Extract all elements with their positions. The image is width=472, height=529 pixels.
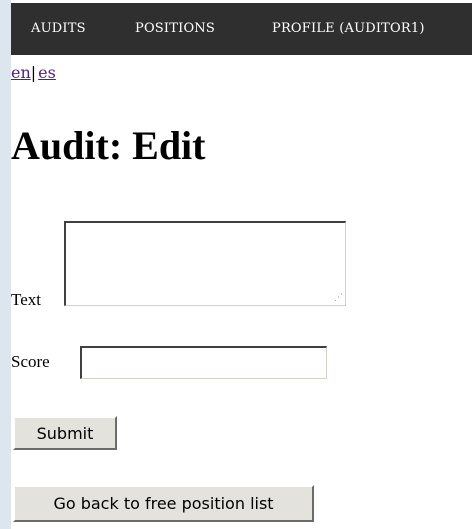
nav-audits-link[interactable]: AUDITS bbox=[31, 21, 86, 36]
top-nav-bar: AUDITS POSITIONS PROFILE (AUDITOR1) bbox=[11, 3, 472, 55]
language-switcher: en| es bbox=[11, 63, 56, 82]
resize-grip-icon[interactable]: ⋰ bbox=[333, 293, 343, 303]
text-textarea[interactable]: ⋰ bbox=[64, 221, 346, 306]
back-to-position-list-button[interactable]: Go back to free position list bbox=[13, 485, 314, 522]
lang-es-link[interactable]: es bbox=[38, 63, 56, 82]
lang-separator: | bbox=[30, 63, 37, 82]
score-input[interactable] bbox=[80, 346, 327, 379]
submit-button[interactable]: Submit bbox=[13, 416, 117, 450]
text-label: Text bbox=[11, 290, 41, 309]
left-edge-strip bbox=[0, 0, 11, 529]
nav-profile-link[interactable]: PROFILE (AUDITOR1) bbox=[272, 21, 425, 36]
nav-positions-link[interactable]: POSITIONS bbox=[135, 21, 215, 36]
lang-en-link[interactable]: en bbox=[11, 63, 31, 82]
score-label: Score bbox=[11, 352, 50, 371]
page-title: Audit: Edit bbox=[11, 123, 206, 168]
